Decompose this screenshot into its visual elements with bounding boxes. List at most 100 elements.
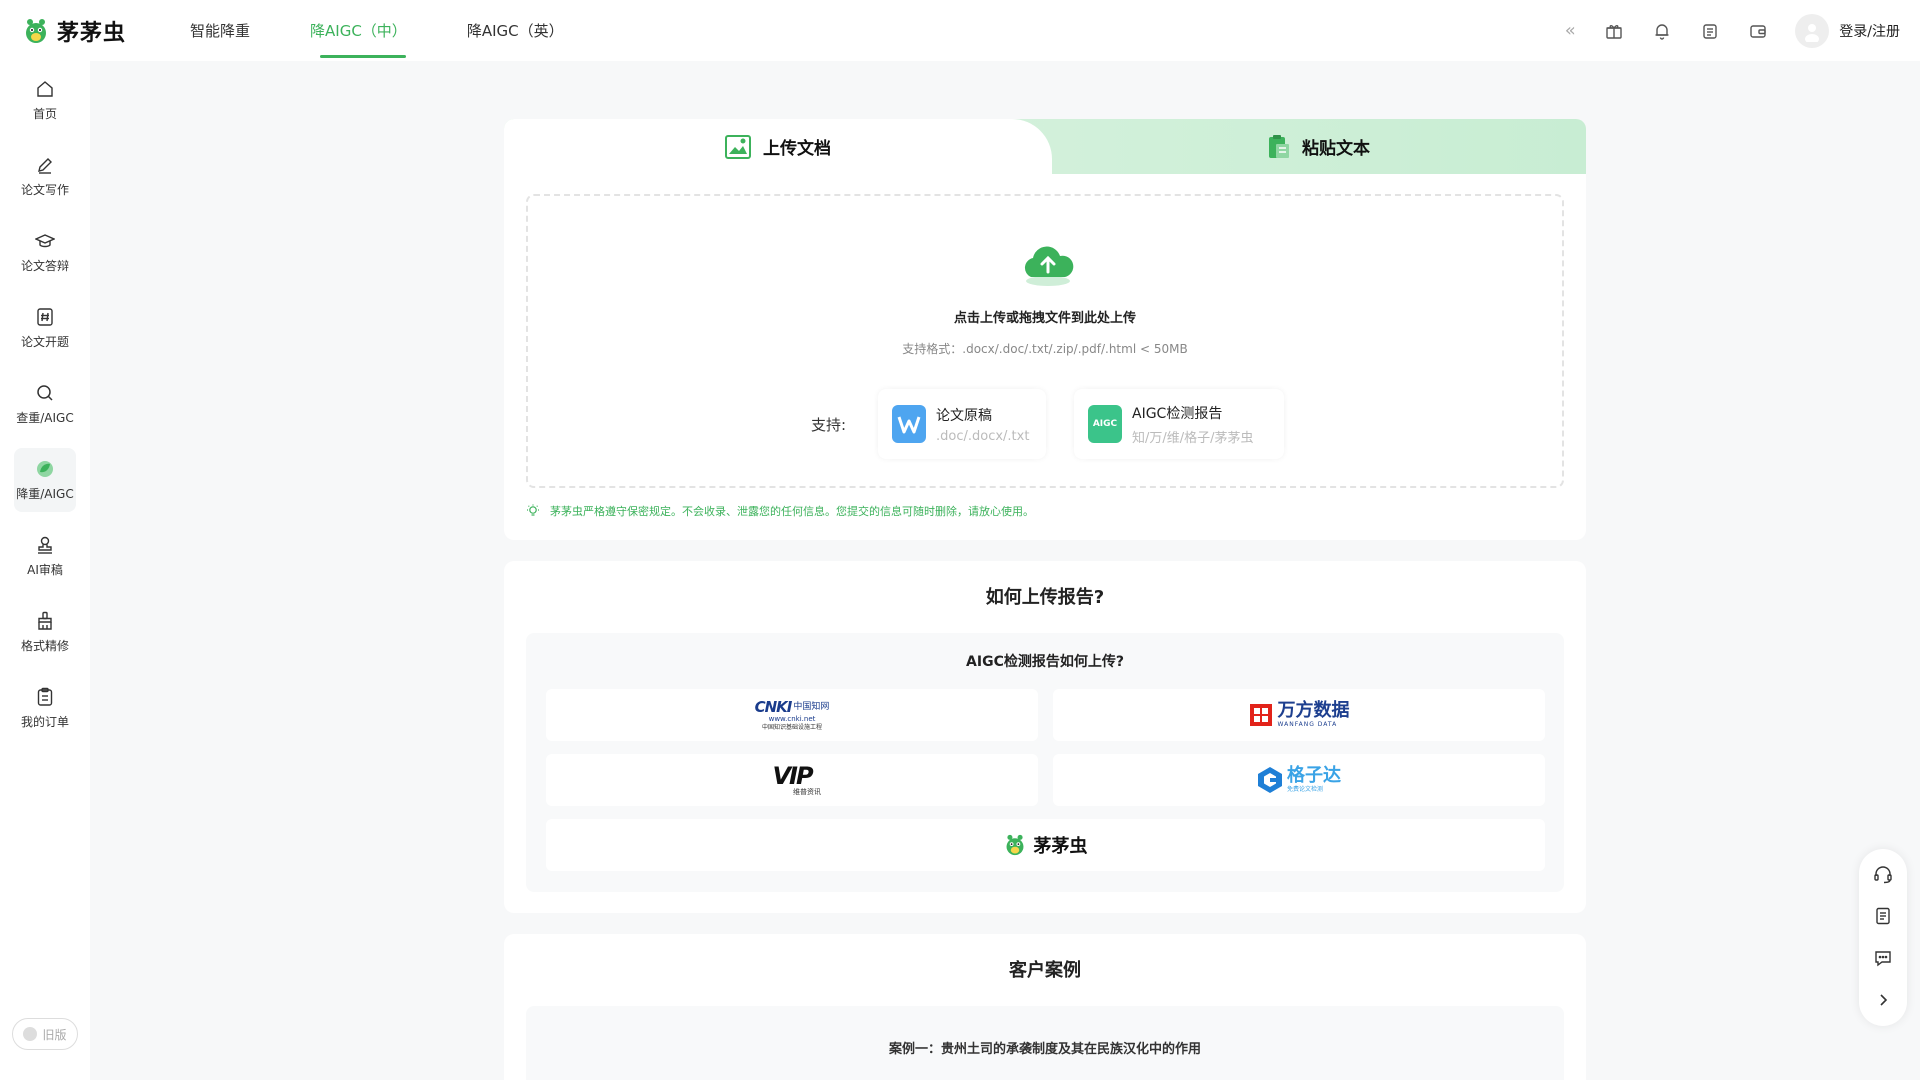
wanfang-logo-text: 万方数据: [1277, 700, 1350, 721]
source-wanfang[interactable]: 万方数据 WANFANG DATA: [1053, 689, 1545, 741]
maomaochong-logo-text: 茅茅虫: [1033, 836, 1088, 857]
tab-paste-text[interactable]: 粘贴文本: [1052, 119, 1586, 174]
sidebar-item-label: 论文答辩: [20, 259, 69, 273]
collapse-chevron-icon[interactable]: «: [1559, 20, 1581, 42]
bug-mascot-icon: [1006, 834, 1023, 856]
sidebar-item-reduce-aigc[interactable]: 降重/AIGC: [14, 448, 76, 512]
report-sources-panel: AIGC检测报告如何上传? CNKI 中国知网 www.cnki.net 中国知…: [526, 633, 1564, 892]
sidebar-item-label: 论文开题: [20, 335, 69, 349]
old-version-label: 旧版: [42, 1027, 67, 1042]
graduation-cap-icon: [34, 230, 56, 252]
wallet-icon[interactable]: [1747, 20, 1769, 42]
home-icon: [34, 78, 56, 100]
aigc-report-icon: AIGC: [1088, 405, 1122, 443]
tab-upload-label: 上传文档: [763, 139, 831, 159]
clipboard-icon[interactable]: [1699, 20, 1721, 42]
vip-logo-text: VIP: [772, 762, 813, 790]
upload-card: 上传文档 粘贴文本 点击上传或拖拽文件到此处上传 支持格式：.docx/.doc…: [504, 119, 1586, 540]
sidebar-item-my-orders[interactable]: 我的订单: [14, 676, 76, 740]
tab-paste-label: 粘贴文本: [1302, 139, 1370, 159]
user-placeholder-icon: [1805, 23, 1820, 42]
cloud-upload-icon: [1024, 246, 1074, 286]
wps-document-icon: [892, 405, 926, 443]
sidebar-item-label: 降重/AIGC: [16, 487, 74, 501]
lightbulb-icon: [527, 504, 539, 516]
support-item-title: 论文原稿: [936, 407, 992, 424]
how-to-upload-title: 如何上传报告?: [985, 587, 1105, 608]
header-actions: « 登录/注册: [1559, 0, 1920, 61]
brush-icon: [34, 610, 56, 632]
source-gezida[interactable]: 格子达 免费论文检测: [1053, 754, 1545, 806]
chat-icon[interactable]: [1872, 947, 1894, 969]
how-to-upload-card: 如何上传报告? AIGC检测报告如何上传? CNKI 中国知网 www.cnki…: [504, 561, 1586, 913]
upload-image-icon: [725, 134, 751, 159]
leaf-icon: [34, 458, 56, 480]
cnki-logo-tagline: 中国知识基础设施工程: [761, 723, 822, 731]
cnki-logo: CNKI 中国知网 www.cnki.net 中国知识基础设施工程: [754, 697, 830, 731]
nav-tab-reduce-aigc-cn[interactable]: 降AIGC（中）: [310, 0, 407, 61]
sidebar-item-label: 我的订单: [20, 715, 69, 729]
top-bar: 茅茅虫 智能降重 降AIGC（中） 降AIGC（英） « 登录/注册: [0, 0, 1920, 61]
support-item-sources: 知/万/维/格子/茅茅虫: [1132, 430, 1254, 446]
sidebar-item-label: 查重/AIGC: [16, 411, 74, 425]
file-dropzone[interactable]: 点击上传或拖拽文件到此处上传 支持格式：.docx/.doc/.txt/.zip…: [526, 194, 1564, 488]
login-register-link[interactable]: 登录/注册: [1839, 21, 1900, 41]
sidebar-item-home[interactable]: 首页: [14, 68, 76, 132]
bug-mascot-icon: [26, 18, 46, 43]
nav-tab-smart-reduce[interactable]: 智能降重: [190, 0, 250, 61]
vip-logo: VIP 维普资讯: [763, 764, 821, 796]
search-icon: [34, 382, 56, 404]
sidebar-item-check-aigc[interactable]: 查重/AIGC: [14, 372, 76, 436]
wanfang-logo-en: WANFANG DATA: [1277, 721, 1338, 728]
hash-doc-icon: [34, 306, 56, 328]
customer-cases-card: 客户案例 案例一：贵州土司的承袭制度及其在民族汉化中的作用: [504, 934, 1586, 1080]
floating-toolbar: [1859, 849, 1907, 1026]
customer-cases-title: 客户案例: [1009, 960, 1081, 981]
case-item: 案例一：贵州土司的承袭制度及其在民族汉化中的作用: [526, 1006, 1564, 1080]
support-item-aigc-report: AIGC AIGC检测报告 知/万/维/格子/茅茅虫: [1074, 389, 1284, 459]
old-version-icon: [23, 1027, 38, 1041]
vip-logo-sub: 维普资讯: [793, 788, 821, 796]
cnki-logo-text: CNKI: [754, 697, 793, 716]
sidebar-item-thesis-proposal[interactable]: 论文开题: [14, 296, 76, 360]
avatar[interactable]: [1795, 13, 1830, 48]
document-icon[interactable]: [1872, 905, 1894, 927]
chevron-right-icon[interactable]: [1872, 989, 1894, 1011]
sidebar: 首页 论文写作 论文答辩 论文开题 查重/AIGC 降重/AIGC AI审稿 格…: [0, 61, 90, 1080]
support-label: 支持:: [811, 416, 847, 434]
case-title: 案例一：贵州土司的承袭制度及其在民族汉化中的作用: [888, 1042, 1201, 1057]
gezida-logo-text: 格子达: [1287, 765, 1341, 786]
gezida-logo-icon: [1258, 767, 1282, 793]
pen-icon: [34, 154, 56, 176]
support-item-title: AIGC检测报告: [1132, 405, 1223, 422]
nav-tab-reduce-aigc-en[interactable]: 降AIGC（英）: [467, 0, 564, 61]
source-vip[interactable]: VIP 维普资讯: [546, 754, 1038, 806]
sidebar-item-label: 论文写作: [20, 183, 69, 197]
source-maomaochong[interactable]: 茅茅虫: [546, 819, 1545, 871]
old-version-button[interactable]: 旧版: [12, 1018, 78, 1050]
brand-logo[interactable]: 茅茅虫: [23, 15, 163, 47]
upload-mode-tabs: 上传文档 粘贴文本: [504, 119, 1586, 174]
cnki-logo-url: www.cnki.net: [768, 714, 816, 723]
sidebar-item-ai-review[interactable]: AI审稿: [14, 524, 76, 588]
support-item-formats: .doc/.docx/.txt: [936, 428, 1030, 444]
tab-upload-document[interactable]: 上传文档: [504, 119, 1052, 174]
sidebar-item-thesis-writing[interactable]: 论文写作: [14, 144, 76, 208]
cnki-logo-cn: 中国知网: [793, 701, 830, 712]
sidebar-item-label: 首页: [32, 107, 57, 121]
stamp-icon: [34, 534, 56, 556]
sidebar-item-format-polish[interactable]: 格式精修: [14, 600, 76, 664]
bell-icon[interactable]: [1651, 20, 1673, 42]
sidebar-item-thesis-defense[interactable]: 论文答辩: [14, 220, 76, 284]
privacy-notice: 茅茅虫严格遵守保密规定。不会收录、泄露您的任何信息。您提交的信息可随时删除，请放…: [526, 503, 1034, 519]
support-item-original-paper: 论文原稿 .doc/.docx/.txt: [878, 389, 1046, 459]
gift-icon[interactable]: [1603, 20, 1625, 42]
supported-formats: 支持格式：.docx/.doc/.txt/.zip/.pdf/.html < 5…: [902, 342, 1188, 356]
wanfang-logo-icon: [1249, 704, 1272, 726]
paste-document-icon: [1269, 134, 1289, 158]
sidebar-item-label: 格式精修: [20, 639, 69, 653]
source-cnki[interactable]: CNKI 中国知网 www.cnki.net 中国知识基础设施工程: [546, 689, 1038, 741]
headset-icon[interactable]: [1872, 863, 1894, 885]
brand-name: 茅茅虫: [57, 19, 127, 46]
report-sources-title: AIGC检测报告如何上传?: [966, 654, 1124, 670]
